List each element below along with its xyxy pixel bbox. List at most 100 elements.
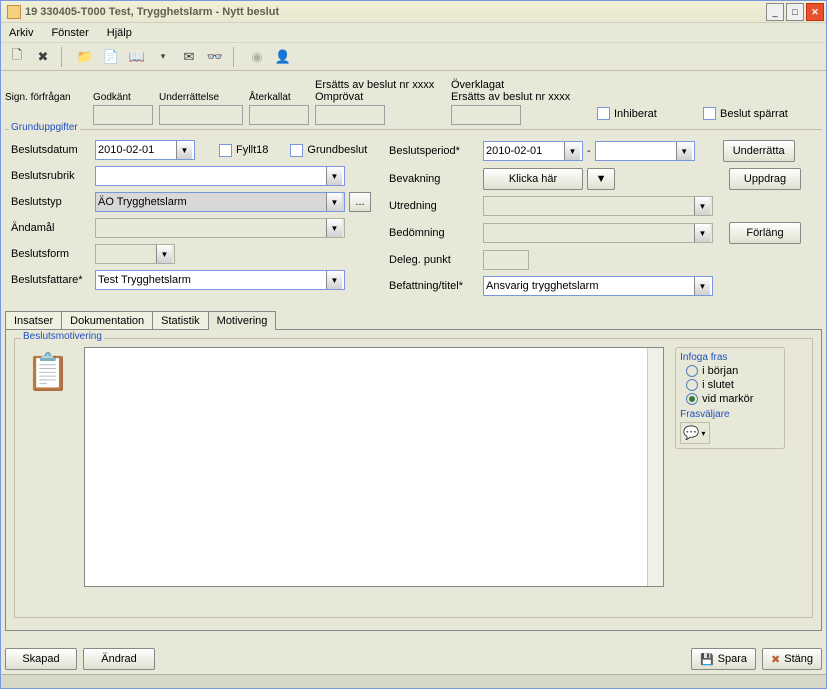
uppdrag-button[interactable]: Uppdrag: [729, 168, 801, 190]
radio-vidmarkor[interactable]: [686, 393, 698, 405]
tab-content: Beslutsmotivering 📋 Infoga fras i början…: [5, 329, 822, 631]
field-omprovat: [315, 105, 385, 125]
checkbox-sparrat[interactable]: [703, 107, 716, 120]
chevron-down-icon[interactable]: ▼: [564, 142, 580, 160]
value-beslutsfattare: Test Trygghetslarm: [98, 274, 191, 286]
klicka-button[interactable]: Klicka här: [483, 168, 583, 190]
close-icon: ✖: [771, 653, 780, 666]
field-beslutsrubrik[interactable]: ▼: [95, 166, 345, 186]
label-ersatt-omprovat: Ersätts av beslut nr xxxx Omprövat: [315, 77, 445, 105]
title-bar: 19 330405-T000 Test, Trygghetslarm - Nyt…: [1, 1, 826, 23]
mail-icon[interactable]: ✉: [181, 49, 197, 65]
chevron-down-icon[interactable]: ▼: [676, 142, 692, 160]
legend-motivering: Beslutsmotivering: [21, 331, 104, 342]
label-iborjan: i början: [702, 365, 738, 377]
label-beslutsfattare: Beslutsfattare*: [11, 274, 91, 286]
label-beslutsdatum: Beslutsdatum: [11, 144, 91, 156]
skapad-button[interactable]: Skapad: [5, 648, 77, 670]
label-ersatt2: Ersätts av beslut nr xxxx: [451, 91, 570, 103]
tab-insatser[interactable]: Insatser: [5, 311, 62, 330]
window-title: 19 330405-T000 Test, Trygghetslarm - Nyt…: [25, 6, 279, 18]
chevron-down-icon[interactable]: ▼: [694, 277, 710, 295]
value-beslutsperiod: 2010-02-01: [486, 145, 542, 157]
field-beslutsperiod-to[interactable]: ▼: [595, 141, 695, 161]
value-beslutstyp: ÄO Trygghetslarm: [98, 196, 187, 208]
field-beslutstyp[interactable]: ÄO Trygghetslarm ▼: [95, 192, 345, 212]
bevakning-dropdown-button[interactable]: ▼: [587, 168, 615, 190]
checkbox-fyllt18[interactable]: [219, 144, 232, 157]
field-deleg: [483, 250, 529, 270]
field-beslutsdatum[interactable]: 2010-02-01 ▼: [95, 140, 195, 160]
forlang-button[interactable]: Förläng: [729, 222, 801, 244]
label-beslutsform: Beslutsform: [11, 248, 91, 260]
menu-arkiv[interactable]: Arkiv: [9, 27, 33, 39]
fingerprint-icon: ◉: [249, 49, 265, 65]
spara-button[interactable]: 💾Spara: [691, 648, 756, 670]
label-infoga: Infoga fras: [680, 352, 780, 363]
scrollbar[interactable]: [647, 348, 663, 586]
minimize-button[interactable]: _: [766, 3, 784, 21]
field-underrattelse: [159, 105, 243, 125]
maximize-button[interactable]: □: [786, 3, 804, 21]
chevron-down-icon: ▼: [326, 219, 342, 237]
status-bar: [1, 674, 826, 688]
glasses-icon[interactable]: 👓: [207, 49, 223, 65]
label-omprovat: Omprövat: [315, 91, 363, 103]
grunduppgifter-section: Grunduppgifter Beslutsdatum 2010-02-01▼ …: [5, 129, 822, 302]
dropdown-toggle-icon[interactable]: ▾: [155, 49, 171, 65]
infoga-fras-panel: Infoga fras i början i slutet vid markör…: [675, 347, 785, 449]
book-icon[interactable]: 📖: [129, 49, 145, 65]
chevron-down-icon[interactable]: ▼: [326, 193, 342, 211]
menu-fonster[interactable]: Fönster: [51, 27, 88, 39]
menu-bar: Arkiv Fönster Hjälp: [1, 23, 826, 43]
label-beslutsperiod: Beslutsperiod*: [389, 145, 479, 157]
field-beslutsfattare[interactable]: Test Trygghetslarm ▼: [95, 270, 345, 290]
toolbar: 🗋 ✖ 📁 📄 📖 ▾ ✉ 👓 ◉ 👤: [1, 43, 826, 71]
label-deleg: Deleg. punkt: [389, 254, 479, 266]
tab-motivering[interactable]: Motivering: [208, 311, 277, 330]
page-icon[interactable]: 📄: [103, 49, 119, 65]
chevron-down-icon[interactable]: ▼: [176, 141, 192, 159]
label-godkant: Godkänt: [93, 77, 153, 105]
label-ersatt-top: Ersätts av beslut nr xxxx: [315, 79, 434, 91]
field-befattning[interactable]: Ansvarig trygghetslarm▼: [483, 276, 713, 296]
app-icon: [7, 5, 21, 19]
chevron-down-icon: ▼: [694, 197, 710, 215]
browse-button[interactable]: ...: [349, 192, 371, 212]
label-inhiberat: Inhiberat: [614, 108, 657, 120]
bottom-bar: Skapad Ändrad 💾Spara ✖Stäng: [5, 648, 822, 670]
label-vidmarkor: vid markör: [702, 393, 753, 405]
save-icon: 💾: [700, 653, 714, 666]
label-befattning: Befattning/titel*: [389, 280, 479, 292]
chevron-down-icon[interactable]: ▼: [326, 167, 342, 185]
tab-dokumentation[interactable]: Dokumentation: [61, 311, 153, 330]
field-beslutsform: ▼: [95, 244, 175, 264]
label-frasvaljare: Frasväljare: [680, 409, 780, 420]
andrad-button[interactable]: Ändrad: [83, 648, 155, 670]
label-utredning: Utredning: [389, 200, 479, 212]
value-beslutsdatum: 2010-02-01: [98, 144, 154, 156]
label-aterkallat: Återkallat: [249, 77, 309, 105]
field-beslutsperiod-from[interactable]: 2010-02-01 ▼: [483, 141, 583, 161]
frasvaljare-button[interactable]: 💬▾: [680, 422, 710, 444]
label-beslutsrubrik: Beslutsrubrik: [11, 170, 91, 182]
folder-icon[interactable]: 📁: [77, 49, 93, 65]
underratta-button[interactable]: Underrätta: [723, 140, 795, 162]
radio-islutet[interactable]: [686, 379, 698, 391]
label-sign-forfragan: Sign. förfrågan: [5, 77, 87, 105]
motivering-textarea[interactable]: [84, 347, 664, 587]
legend-grunduppgifter: Grunduppgifter: [9, 122, 80, 133]
close-button[interactable]: ✕: [806, 3, 824, 21]
clipboard-icon: 📋: [23, 347, 73, 397]
chevron-down-icon[interactable]: ▼: [326, 271, 342, 289]
stang-button[interactable]: ✖Stäng: [762, 648, 822, 670]
checkbox-grundbeslut[interactable]: [290, 144, 303, 157]
person-icon: 👤: [275, 49, 291, 65]
new-doc-icon[interactable]: 🗋: [9, 49, 25, 65]
menu-hjalp[interactable]: Hjälp: [107, 27, 132, 39]
checkbox-inhiberat[interactable]: [597, 107, 610, 120]
tab-statistik[interactable]: Statistik: [152, 311, 209, 330]
radio-iborjan[interactable]: [686, 365, 698, 377]
delete-icon[interactable]: ✖: [35, 49, 51, 65]
beslutsmotivering-section: Beslutsmotivering 📋 Infoga fras i början…: [14, 338, 813, 618]
